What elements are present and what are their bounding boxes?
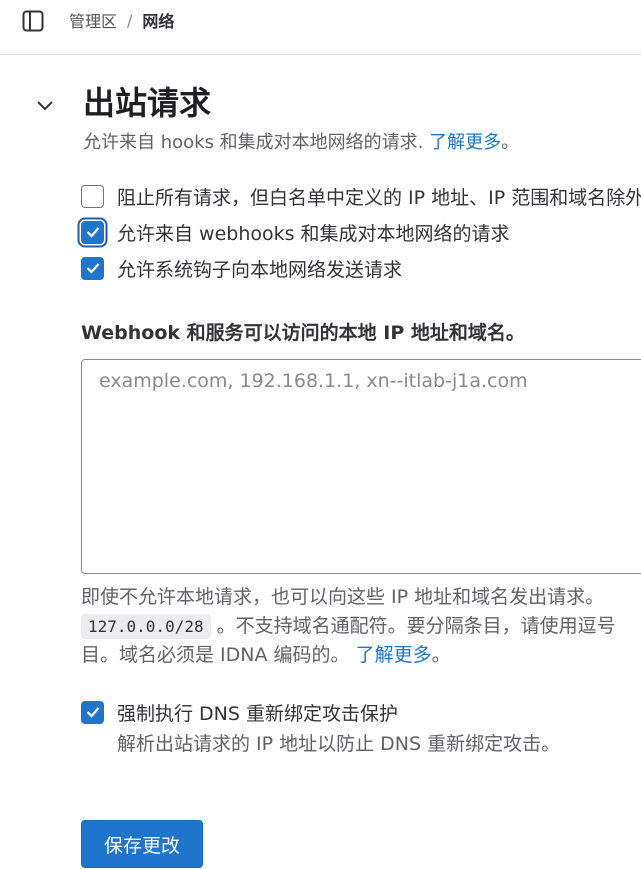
- help-line-3-text: 目。域名必须是 IDNA 编码的。: [81, 644, 356, 666]
- breadcrumb-admin-link[interactable]: 管理区: [69, 8, 117, 32]
- breadcrumb: 管理区 / 网络: [69, 8, 174, 32]
- breadcrumb-current[interactable]: 网络: [142, 8, 174, 32]
- allow-webhooks-label: 允许来自 webhooks 和集成对本地网络的请求: [117, 222, 510, 245]
- help-line-2: 127.0.0.0/28 。不支持域名通配符。要分隔条目，请使用逗号: [81, 612, 641, 641]
- help-line-1: 即使不允许本地请求，也可以向这些 IP 地址和域名发出请求。: [81, 586, 605, 608]
- section-description: 允许来自 hooks 和集成对本地网络的请求. 了解更多。: [83, 128, 519, 154]
- help-learn-more-link[interactable]: 了解更多: [356, 644, 432, 666]
- top-bar: 管理区 / 网络: [0, 0, 641, 55]
- dns-rebinding-checkbox[interactable]: [81, 700, 104, 724]
- allowlist-label: Webhook 和服务可以访问的本地 IP 地址和域名。: [81, 322, 525, 344]
- allowlist-help: 即使不允许本地请求，也可以向这些 IP 地址和域名发出请求。 127.0.0.0…: [81, 583, 641, 670]
- help-link-suffix: 。: [431, 644, 451, 666]
- allowlist-placeholder: example.com, 192.168.1.1, xn--itlab-j1a.…: [99, 370, 528, 392]
- section-description-text: 允许来自 hooks 和集成对本地网络的请求.: [83, 132, 430, 153]
- check-icon: [86, 263, 99, 274]
- check-icon: [86, 707, 99, 718]
- block-all-checkbox[interactable]: [81, 184, 104, 208]
- option-allow-webhooks[interactable]: 允许来自 webhooks 和集成对本地网络的请求: [81, 219, 510, 245]
- option-block-all[interactable]: 阻止所有请求，但白名单中定义的 IP 地址、IP 范围和域名除外: [81, 183, 641, 209]
- section-title: 出站请求: [83, 84, 212, 122]
- ip-range-code: 127.0.0.0/28: [81, 614, 211, 639]
- block-all-label: 阻止所有请求，但白名单中定义的 IP 地址、IP 范围和域名除外: [117, 186, 641, 209]
- chevron-down-icon[interactable]: [33, 93, 57, 117]
- section-description-suffix: 。: [501, 132, 520, 153]
- help-line-2-text: 。不支持域名通配符。要分隔条目，请使用逗号: [210, 615, 616, 637]
- check-icon: [86, 227, 99, 238]
- allowlist-textarea[interactable]: example.com, 192.168.1.1, xn--itlab-j1a.…: [81, 359, 641, 574]
- sidebar-panel-icon[interactable]: [21, 9, 45, 33]
- breadcrumb-separator: /: [127, 10, 133, 30]
- allow-webhooks-checkbox[interactable]: [81, 220, 104, 244]
- save-changes-button[interactable]: 保存更改: [81, 820, 203, 868]
- allow-system-hooks-checkbox[interactable]: [81, 256, 104, 280]
- dns-rebinding-label: 强制执行 DNS 重新绑定攻击保护: [117, 702, 398, 725]
- learn-more-link[interactable]: 了解更多: [429, 132, 501, 153]
- help-line-3: 目。域名必须是 IDNA 编码的。 了解更多。: [81, 641, 641, 670]
- dns-rebinding-help: 解析出站请求的 IP 地址以防止 DNS 重新绑定攻击。: [117, 733, 561, 755]
- option-allow-system-hooks[interactable]: 允许系统钩子向本地网络发送请求: [81, 255, 402, 281]
- allow-system-hooks-label: 允许系统钩子向本地网络发送请求: [117, 258, 403, 281]
- option-dns-rebinding[interactable]: 强制执行 DNS 重新绑定攻击保护: [81, 699, 398, 725]
